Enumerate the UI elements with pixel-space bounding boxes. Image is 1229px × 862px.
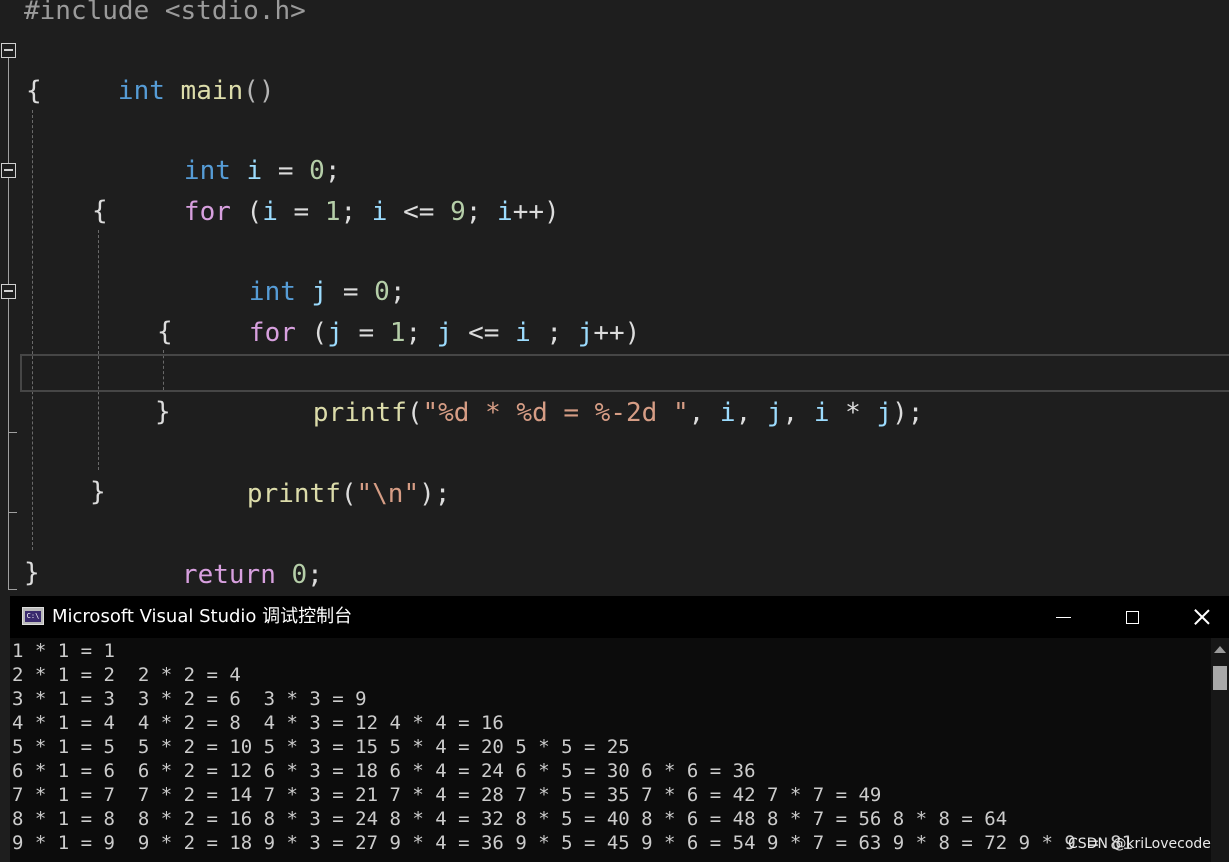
output-line: 6 * 1 = 6 6 * 2 = 12 6 * 3 = 18 6 * 4 = … xyxy=(12,760,756,782)
output-line: 9 * 1 = 9 9 * 2 = 18 9 * 3 = 27 9 * 4 = … xyxy=(12,832,1134,854)
code-line-2[interactable]: int main() xyxy=(24,31,275,106)
keyword-token: int xyxy=(117,76,165,106)
fold-end-main xyxy=(8,589,17,590)
function-token: main xyxy=(180,76,244,106)
output-line: 2 * 1 = 2 2 * 2 = 4 xyxy=(12,664,241,686)
code-editor[interactable]: #include <stdio.h> int main() { int i = … xyxy=(0,0,1229,596)
collapse-outer-for-icon[interactable] xyxy=(1,163,16,178)
watermark: CSDN @kriLovecode xyxy=(1068,836,1211,852)
close-icon xyxy=(1194,609,1210,625)
code-line-3[interactable]: { xyxy=(26,71,42,111)
maximize-icon xyxy=(1125,610,1139,624)
close-button[interactable] xyxy=(1179,596,1225,638)
maximize-button[interactable] xyxy=(1109,596,1155,638)
code-line-6[interactable]: { xyxy=(92,191,108,231)
collapse-main-icon[interactable] xyxy=(1,43,16,58)
code-line-11[interactable]: } xyxy=(155,392,171,432)
output-line: 7 * 1 = 7 7 * 2 = 14 7 * 3 = 21 7 * 4 = … xyxy=(12,784,882,806)
code-line-7[interactable]: int j = 0; xyxy=(155,232,406,307)
output-line: 8 * 1 = 8 8 * 2 = 16 8 * 3 = 24 8 * 4 = … xyxy=(12,808,1008,830)
indent-guide-1 xyxy=(32,110,33,550)
code-line-4[interactable]: int i = 0; xyxy=(90,111,341,186)
fold-end-inner-for xyxy=(8,432,17,433)
code-line-5[interactable]: for (i = 1; i <= 9; i++) xyxy=(90,152,560,227)
scroll-up-arrow-icon[interactable] xyxy=(1214,646,1226,653)
minimize-icon xyxy=(1055,616,1071,618)
code-line-13[interactable]: } xyxy=(90,472,106,512)
code-line-8[interactable]: for (j = 1; j <= i ; j++) xyxy=(155,273,640,348)
code-line-9[interactable]: { xyxy=(157,312,173,352)
code-line-12[interactable]: printf("\n"); xyxy=(153,434,451,509)
console-output: 1 * 1 = 1 2 * 1 = 2 2 * 2 = 4 3 * 1 = 3 … xyxy=(12,639,1133,855)
collapse-inner-for-icon[interactable] xyxy=(1,284,16,299)
code-line-15[interactable]: } xyxy=(24,553,40,593)
console-scrollbar[interactable] xyxy=(1211,638,1229,862)
output-line: 5 * 1 = 5 5 * 2 = 10 5 * 3 = 15 5 * 4 = … xyxy=(12,736,630,758)
output-line: 3 * 1 = 3 3 * 2 = 6 3 * 3 = 9 xyxy=(12,688,367,710)
output-line: 4 * 1 = 4 4 * 2 = 8 4 * 3 = 12 4 * 4 = 1… xyxy=(12,712,504,734)
code-line-1[interactable]: #include <stdio.h> xyxy=(24,0,306,31)
console-title: Microsoft Visual Studio 调试控制台 xyxy=(52,606,353,627)
code-line-10[interactable]: printf("%d * %d = %-2d ", i, j, i * j); xyxy=(219,353,924,428)
fold-outline-main xyxy=(8,58,9,590)
console-app-icon: C:\ xyxy=(22,607,44,625)
code-line-14[interactable]: return 0; xyxy=(88,515,323,590)
scroll-thumb[interactable] xyxy=(1213,666,1227,690)
console-titlebar[interactable]: C:\ Microsoft Visual Studio 调试控制台 xyxy=(10,596,1229,638)
fold-end-outer-for xyxy=(8,512,17,513)
minimize-button[interactable] xyxy=(1040,596,1086,638)
debug-console-window[interactable]: C:\ Microsoft Visual Studio 调试控制台 1 * 1 … xyxy=(10,596,1229,862)
output-line: 1 * 1 = 1 xyxy=(12,640,115,662)
